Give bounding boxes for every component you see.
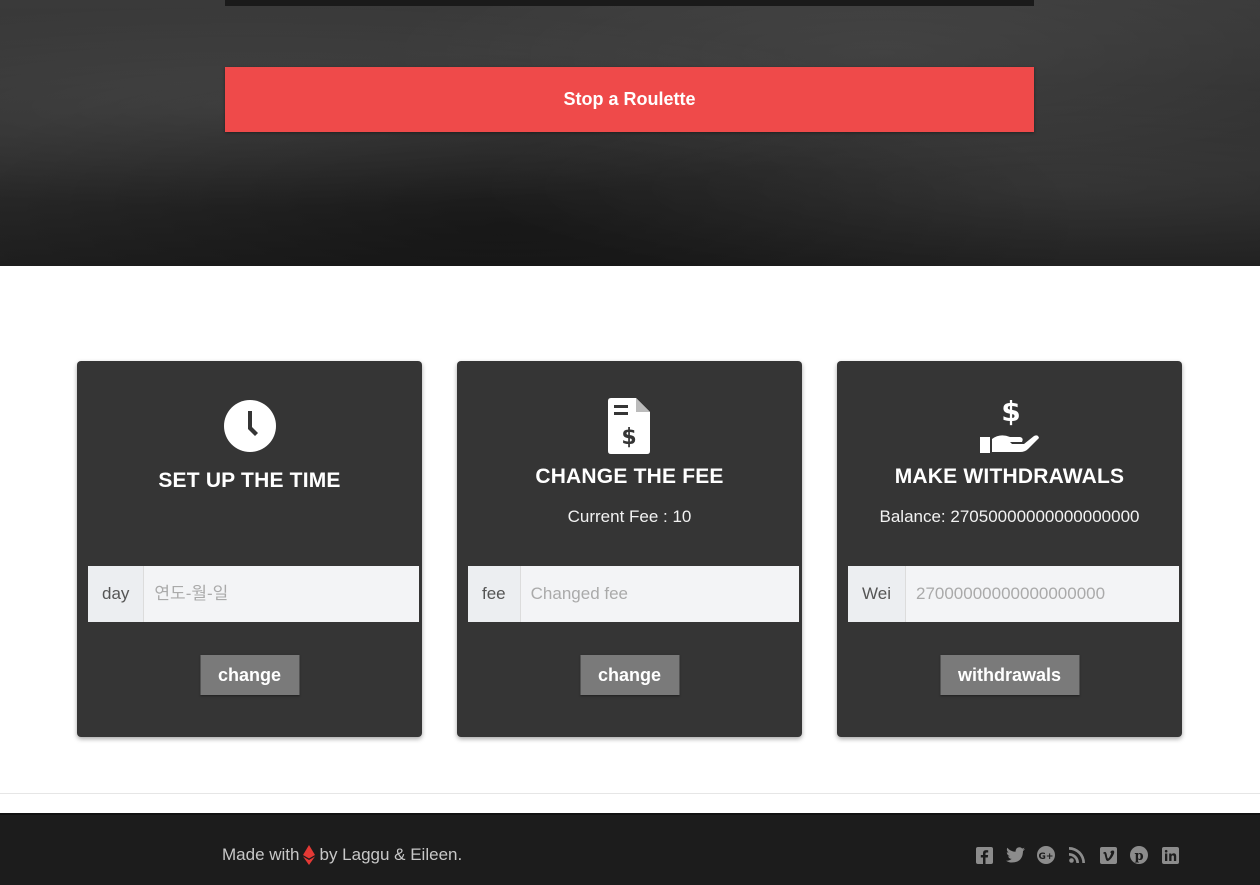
clock-icon [220, 396, 280, 456]
set-time-card: SET UP THE TIME day change [77, 361, 422, 737]
balance-text: Balance: 27050000000000000000 [879, 507, 1140, 526]
card-title: SET UP THE TIME [158, 469, 341, 492]
hero-section: Stop a Roulette [0, 0, 1260, 266]
invoice-dollar-icon: $ [600, 396, 660, 456]
section-divider [0, 793, 1260, 794]
linkedin-icon[interactable] [1160, 845, 1180, 865]
facebook-icon[interactable] [974, 845, 994, 865]
google-plus-icon[interactable]: G+ [1036, 845, 1056, 865]
change-fee-button[interactable]: change [579, 655, 680, 695]
vimeo-icon[interactable] [1098, 845, 1118, 865]
fee-input[interactable] [520, 566, 799, 622]
withdrawals-card: $ MAKE WITHDRAWALS Balance: 270500000000… [837, 361, 1182, 737]
wei-input[interactable] [905, 566, 1179, 622]
stop-roulette-button[interactable]: Stop a Roulette [225, 67, 1034, 132]
hero-top-bar [225, 0, 1034, 6]
social-links: G+ p [974, 815, 1180, 885]
svg-text:p: p [1134, 849, 1143, 864]
pinterest-icon[interactable]: p [1129, 845, 1149, 865]
day-input-group: day [88, 566, 419, 622]
hand-dollar-icon: $ [979, 396, 1040, 456]
change-fee-card: $ CHANGE THE FEE Current Fee : 10 fee ch… [457, 361, 802, 737]
day-input[interactable] [144, 566, 419, 622]
day-addon-label: day [88, 566, 145, 622]
fee-addon-label: fee [468, 566, 521, 622]
card-title: CHANGE THE FEE [535, 465, 724, 488]
twitter-icon[interactable] [1005, 845, 1025, 865]
card-title: MAKE WITHDRAWALS [894, 465, 1125, 488]
footer-prefix: Made with [222, 845, 300, 864]
withdrawals-button[interactable]: withdrawals [939, 655, 1080, 695]
ethereum-icon [303, 845, 316, 865]
footer-suffix: by Laggu & Eileen. [319, 845, 463, 864]
svg-text:$: $ [1001, 397, 1020, 428]
footer: Made with by Laggu & Eileen. G+ p [0, 813, 1260, 885]
change-time-button[interactable]: change [199, 655, 300, 695]
rss-icon[interactable] [1067, 845, 1087, 865]
svg-text:$: $ [621, 425, 636, 450]
current-fee-text: Current Fee : 10 [567, 507, 692, 526]
wei-addon-label: Wei [848, 566, 906, 622]
footer-credit: Made with by Laggu & Eileen. [222, 815, 462, 885]
fee-input-group: fee [468, 566, 799, 622]
wei-input-group: Wei [848, 566, 1179, 622]
svg-text:G+: G+ [1039, 852, 1054, 862]
